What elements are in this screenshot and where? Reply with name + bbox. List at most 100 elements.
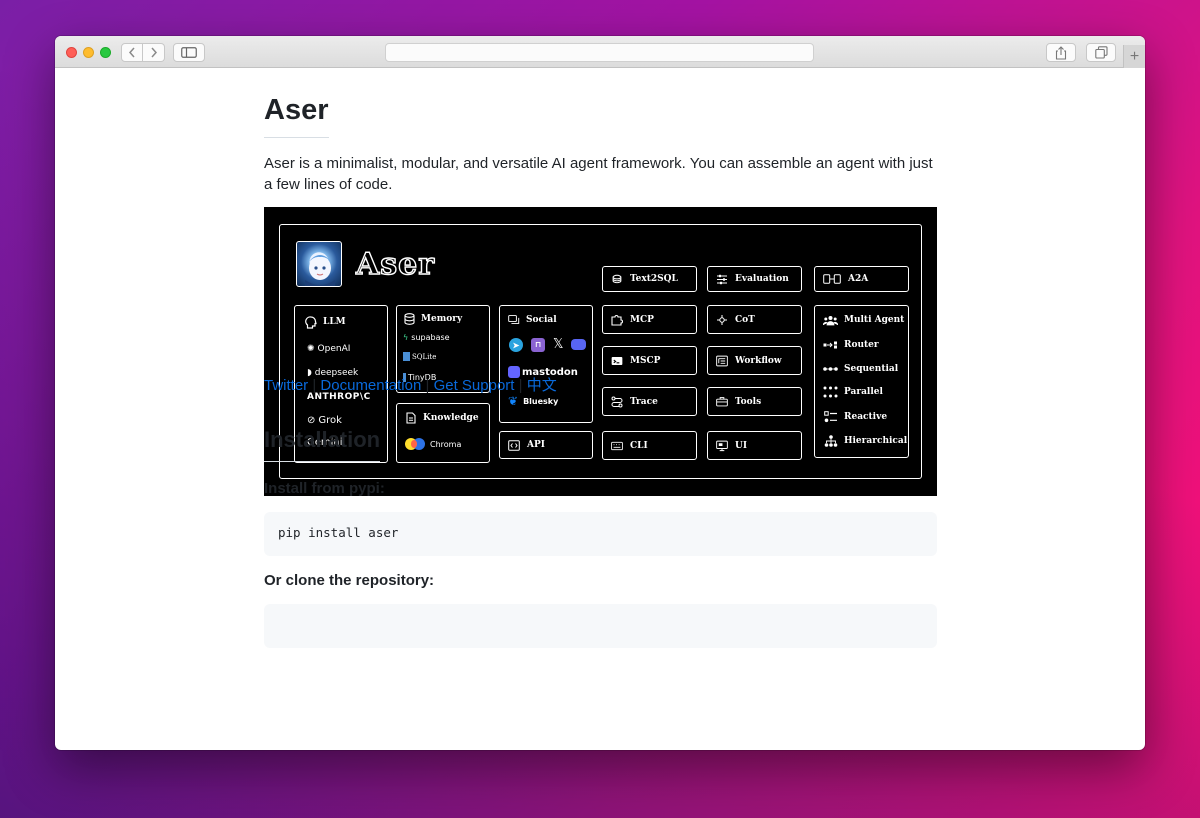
- share-button[interactable]: [1046, 43, 1076, 62]
- route-icon: [611, 396, 623, 408]
- avatar-face-icon: [305, 255, 335, 286]
- checklist-icon: [823, 411, 838, 423]
- api-label: API: [527, 440, 545, 450]
- parallel-dots-icon: [823, 386, 838, 398]
- toolbox-icon: [716, 396, 728, 408]
- ui-box: UI: [707, 431, 802, 460]
- telegram-icon: ➤: [509, 337, 523, 352]
- tools-box: Tools: [707, 387, 802, 416]
- llm-item-openai: ✺ OpenAI: [307, 344, 351, 354]
- intro-paragraph: Aser is a minimalist, modular, and versa…: [264, 155, 933, 193]
- banner-logo-text: Aser: [355, 246, 436, 282]
- sidebar-icon: [181, 47, 197, 58]
- sequential-dots-icon: [823, 363, 838, 375]
- minimize-window-button[interactable]: [83, 47, 94, 58]
- knowledge-item-chroma: Chroma: [405, 438, 461, 450]
- trace-box: Trace: [602, 387, 697, 416]
- bluesky-butterfly-icon: ❦: [508, 394, 519, 408]
- sidebar-toggle-button[interactable]: [173, 43, 205, 62]
- knowledge-group: Knowledge Chroma: [396, 403, 490, 463]
- new-tab-button[interactable]: +: [1123, 45, 1145, 68]
- multi-agent-item-sequential: Sequential: [823, 363, 898, 375]
- supabase-bolt-icon: ϟ: [403, 333, 409, 342]
- multi-agent-item-router: Router: [823, 339, 879, 351]
- share-icon: [1055, 45, 1067, 60]
- plus-icon: +: [1129, 47, 1140, 65]
- mcp-box: MCP: [602, 305, 697, 334]
- chinese-readme-link[interactable]: 中文: [527, 377, 557, 394]
- clone-code-block[interactable]: [264, 604, 937, 648]
- router-icon: [823, 339, 838, 351]
- show-tabs-button[interactable]: [1086, 43, 1116, 62]
- page-title: Aser: [264, 94, 329, 138]
- keyboard-icon: [611, 440, 623, 452]
- a2a-label: A2A: [848, 274, 869, 284]
- mscp-label: MSCP: [630, 355, 661, 366]
- pip-install-code-block[interactable]: pip install aser: [264, 512, 937, 556]
- database-icon: [403, 313, 415, 325]
- document-icon: [405, 412, 417, 424]
- evaluation-box: Evaluation: [707, 266, 802, 292]
- link-separator: |: [514, 377, 527, 394]
- monitor-icon: [716, 440, 728, 452]
- workflow-box: Workflow: [707, 346, 802, 375]
- list-tree-icon: [716, 355, 728, 367]
- sqlite-feather-icon: [403, 352, 410, 361]
- evaluation-label: Evaluation: [735, 274, 789, 284]
- memory-title: Memory: [421, 314, 463, 324]
- mcp-label: MCP: [630, 314, 654, 325]
- multi-agent-group: Multi Agent Router Sequential Parallel R…: [814, 305, 909, 458]
- back-button[interactable]: [121, 43, 143, 62]
- link-separator: |: [308, 377, 321, 394]
- address-bar[interactable]: [385, 43, 814, 62]
- chevron-right-icon: [150, 47, 157, 58]
- llm-title: LLM: [323, 317, 346, 327]
- puzzle-icon: [611, 314, 623, 326]
- chroma-logo-icon: [405, 438, 425, 450]
- social-item-bluesky: ❦ Bluesky: [508, 394, 559, 408]
- openai-icon: ✺: [307, 344, 315, 354]
- link-separator: |: [421, 377, 434, 394]
- page-viewport: Aser Aser is a minimalist, modular, and …: [55, 69, 1145, 750]
- memory-item-sqlite: SQLite: [403, 352, 436, 361]
- workflow-label: Workflow: [735, 355, 782, 366]
- discord-icon: [571, 339, 587, 350]
- install-pypi-label: Install from pypi:: [264, 480, 385, 497]
- a2a-box: A2A: [814, 266, 909, 292]
- twitter-link[interactable]: Twitter: [264, 377, 308, 394]
- get-support-link[interactable]: Get Support: [434, 377, 515, 394]
- multi-agent-item-parallel: Parallel: [823, 386, 883, 398]
- social-group: Social ➤ ⊓ 𝕏 mastodon ❦ Bluesky: [499, 305, 593, 423]
- browser-toolbar: +: [55, 36, 1145, 68]
- farcaster-icon: ⊓: [531, 337, 545, 352]
- documentation-link[interactable]: Documentation: [320, 377, 421, 394]
- tabs-overview-icon: [1094, 46, 1108, 59]
- agents-link-icon: [823, 273, 841, 285]
- grok-icon: ⊘: [307, 415, 316, 426]
- code-brackets-icon: [508, 439, 520, 451]
- x-twitter-icon: 𝕏: [553, 337, 564, 352]
- llm-item-grok: ⊘ Grok: [307, 415, 342, 426]
- cli-box: CLI: [602, 431, 697, 460]
- multi-agent-item-reactive: Reactive: [823, 411, 887, 423]
- text2sql-label: Text2SQL: [630, 274, 678, 284]
- zoom-window-button[interactable]: [100, 47, 111, 58]
- social-title: Social: [526, 315, 557, 325]
- cot-box: CoT: [707, 305, 802, 334]
- mscp-box: MSCP: [602, 346, 697, 375]
- close-window-button[interactable]: [66, 47, 77, 58]
- ui-label: UI: [735, 440, 748, 451]
- aser-avatar-logo: [296, 241, 342, 287]
- trace-label: Trace: [630, 396, 658, 407]
- chat-bubbles-icon: [508, 314, 520, 326]
- sliders-icon: [716, 273, 728, 285]
- cot-label: CoT: [735, 314, 755, 325]
- browser-window: + Aser Aser is a minimalist, modular, an…: [55, 36, 1145, 750]
- hierarchy-icon: [823, 435, 838, 447]
- api-box: API: [499, 431, 593, 459]
- knowledge-title: Knowledge: [423, 413, 479, 423]
- users-group-icon: [823, 314, 838, 326]
- forward-button[interactable]: [143, 43, 165, 62]
- cli-label: CLI: [630, 440, 648, 451]
- chip-icon: [611, 355, 623, 367]
